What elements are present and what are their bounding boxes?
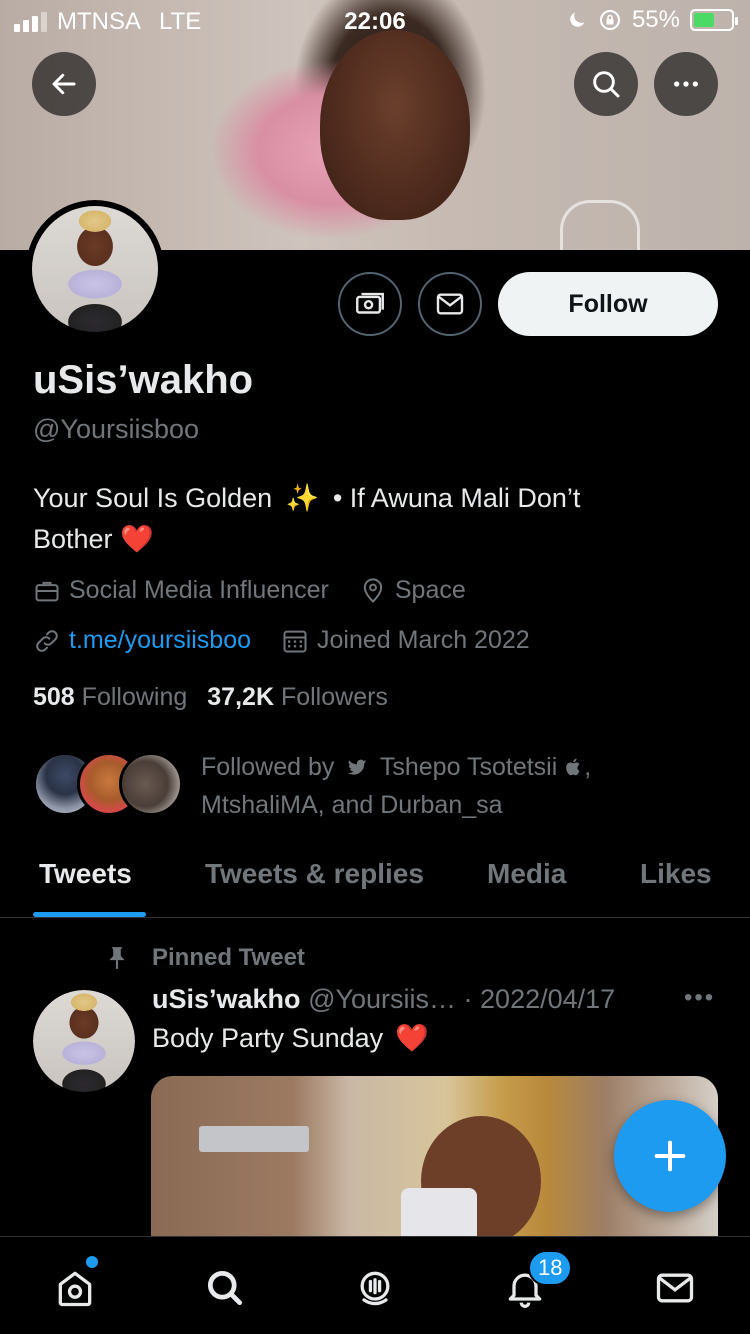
- message-button[interactable]: [418, 272, 482, 336]
- battery-percent: 55%: [631, 6, 680, 33]
- heart-emoji: ❤️: [395, 1023, 429, 1053]
- followed-by-text: Followed by Tshepo Tsotetsii , MtshaliMA…: [201, 748, 651, 824]
- followers-count: 37,2K: [207, 683, 274, 711]
- tweet-body: Body Party Sunday: [152, 1022, 384, 1053]
- heart-emoji: ❤️: [120, 524, 154, 554]
- tweet-text: Body Party Sunday ❤️: [152, 1022, 429, 1054]
- pinned-tweet-label: Pinned Tweet: [104, 943, 305, 973]
- bio-text-1: Your Soul Is Golden: [33, 483, 273, 513]
- pinned-tweet-text: Pinned Tweet: [152, 944, 305, 971]
- spaces-microphone-icon: [360, 1271, 390, 1306]
- tweet-header: uSis’wakho @Yoursiis… · 2022/04/17: [152, 984, 615, 1015]
- nav-search[interactable]: [200, 1263, 250, 1313]
- tweet-author-avatar[interactable]: [33, 990, 135, 1092]
- tab-likes[interactable]: Likes: [640, 858, 712, 890]
- calendar-icon: [283, 630, 307, 652]
- link-icon: [36, 629, 58, 652]
- back-button[interactable]: [32, 52, 96, 116]
- tab-media[interactable]: Media: [487, 858, 566, 890]
- briefcase-icon: [35, 581, 59, 601]
- active-tab-indicator: [33, 912, 146, 917]
- more-options-button[interactable]: [654, 52, 718, 116]
- profile-joined-date: Joined March 2022: [317, 626, 530, 654]
- more-horizontal-icon: [674, 81, 698, 87]
- home-new-content-dot: [86, 1256, 98, 1268]
- followers-label: Followers: [280, 683, 388, 711]
- location-pin-icon: [363, 577, 383, 603]
- nav-messages[interactable]: [650, 1263, 700, 1313]
- status-bar: MTNSA LTE 22:06 55%: [0, 0, 750, 40]
- followed-by-name: Tshepo Tsotetsii: [379, 753, 558, 781]
- follow-counts: 508 Following 37,2K Followers: [33, 683, 388, 712]
- bio-text-2: • If Awuna Mali Don’t: [332, 483, 581, 513]
- tab-tweets[interactable]: Tweets: [39, 858, 132, 890]
- nav-spaces[interactable]: [350, 1263, 400, 1313]
- professional-tools-button[interactable]: [338, 272, 402, 336]
- followed-by-section[interactable]: Followed by Tshepo Tsotetsii , MtshaliMA…: [33, 748, 651, 824]
- followed-by-others: MtshaliMA, and Durban_sa: [201, 791, 503, 819]
- tweet-author-handle: @Yoursiis…: [308, 984, 457, 1014]
- home-icon: [58, 1271, 92, 1307]
- tab-tweets-and-replies[interactable]: Tweets & replies: [205, 858, 424, 890]
- moon-icon: [570, 12, 585, 27]
- envelope-icon: [436, 293, 464, 315]
- tweet-more-button[interactable]: •••: [684, 984, 715, 1012]
- profile-meta-row-2: t.me/yoursiisboo Joined March 2022: [33, 626, 530, 655]
- profile-handle: @Yoursiisboo: [33, 414, 200, 444]
- pin-icon: [109, 947, 125, 969]
- money-icon: [356, 292, 384, 314]
- profile-bio: Your Soul Is Golden ✨ • If Awuna Mali Do…: [33, 478, 723, 560]
- followers-count-link[interactable]: 37,2K Followers: [207, 683, 388, 712]
- bottom-navigation: [0, 1236, 750, 1334]
- sparkles-emoji: ✨: [285, 483, 320, 513]
- followed-by-prefix: Followed by: [201, 753, 335, 781]
- search-icon: [207, 1270, 243, 1306]
- following-count: 508: [33, 683, 75, 711]
- following-count-link[interactable]: 508 Following: [33, 683, 187, 712]
- profile-location: Space: [394, 576, 466, 604]
- compose-tweet-button[interactable]: [614, 1100, 726, 1212]
- search-button[interactable]: [574, 52, 638, 116]
- followed-by-comma: ,: [584, 753, 592, 781]
- tweet-date: · 2022/04/17: [463, 984, 616, 1014]
- profile-meta-row-1: Social Media Influencer Space: [33, 576, 466, 605]
- bio-text-3: Bother: [33, 524, 113, 554]
- battery-icon: [690, 9, 738, 31]
- rotation-lock-icon: [599, 10, 620, 30]
- twitter-bird-icon: [348, 759, 367, 775]
- search-icon: [593, 71, 620, 98]
- tweet-author-name: uSis’wakho: [152, 984, 301, 1014]
- follow-button[interactable]: Follow: [498, 272, 718, 336]
- followed-by-avatars: [33, 748, 183, 816]
- profile-category: Social Media Influencer: [69, 576, 329, 604]
- envelope-icon: [656, 1273, 694, 1303]
- avatar: [119, 752, 183, 816]
- following-label: Following: [81, 683, 188, 711]
- notifications-badge: 18: [528, 1250, 573, 1286]
- profile-avatar[interactable]: [26, 200, 164, 338]
- nav-home[interactable]: [50, 1263, 100, 1313]
- profile-display-name: uSis’wakho: [33, 358, 254, 402]
- apple-icon: [566, 758, 580, 776]
- profile-tabs: Tweets Tweets & replies Media Likes: [0, 840, 750, 918]
- profile-website-link[interactable]: t.me/yoursiisboo: [69, 626, 251, 655]
- arrow-left-icon: [52, 73, 76, 95]
- plus-icon: [654, 1140, 686, 1172]
